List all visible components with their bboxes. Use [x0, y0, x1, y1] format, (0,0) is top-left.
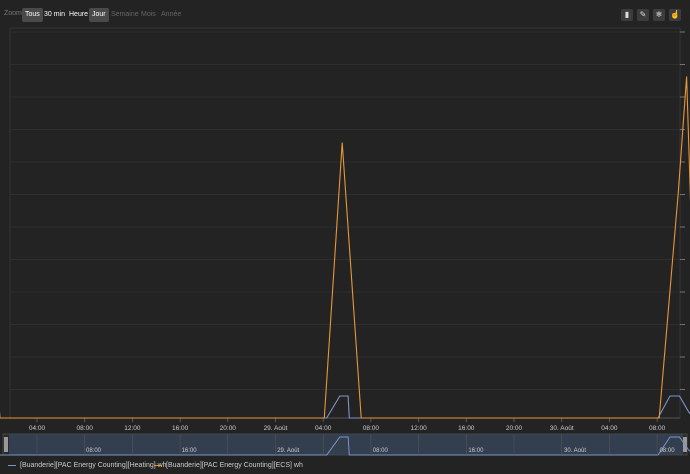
x-tick-label-0: 04:00: [29, 425, 46, 432]
navigator-label-6: 08:00: [660, 448, 676, 454]
navigator-label-1: 16:00: [182, 448, 198, 454]
plot-area: [9, 27, 681, 419]
navigator-label-3: 08:00: [373, 448, 389, 454]
legend-item-heating[interactable]: [Buanderie][PAC Energy Counting][Heating…: [8, 462, 167, 469]
navigator-label-5: 30. Août: [564, 448, 586, 454]
x-tick-label-13: 08:00: [649, 425, 666, 432]
x-tick-label-12: 04:00: [601, 425, 618, 432]
navigator-label-0: 08:00: [86, 448, 102, 454]
legend: [Buanderie][PAC Energy Counting][Heating…: [0, 458, 690, 474]
energy-chart[interactable]: 04:00 08:00 12:00 16:00 20:00 29. Août 04:00 08…: [0, 0, 690, 474]
x-tick-label-1: 08:00: [77, 425, 94, 432]
legend-label-ecs: [Buanderie][PAC Energy Counting][ECS] wh: [166, 462, 303, 469]
x-tick-label-6: 04:00: [315, 425, 332, 432]
series-line-1: [0, 76, 690, 419]
x-tick-label-8: 12:00: [410, 425, 427, 432]
legend-label-heating: [Buanderie][PAC Energy Counting][Heating…: [20, 462, 167, 469]
x-tick-label-5: 29. Août: [264, 425, 288, 432]
legend-swatch-heating: [8, 465, 16, 466]
legend-item-ecs[interactable]: [Buanderie][PAC Energy Counting][ECS] wh: [154, 462, 303, 469]
x-tick-label-9: 16:00: [458, 425, 475, 432]
x-tick-label-2: 12:00: [124, 425, 141, 432]
navigator-handle-left: [4, 437, 8, 452]
x-tick-label-4: 20:00: [220, 425, 237, 432]
x-tick-label-3: 16:00: [172, 425, 189, 432]
navigator-label-2: 29. Août: [277, 448, 299, 454]
x-tick-label-10: 20:00: [506, 425, 523, 432]
x-tick-label-11: 30. Août: [550, 425, 574, 432]
navigator-label-4: 16:00: [468, 448, 484, 454]
x-tick-label-7: 08:00: [363, 425, 380, 432]
legend-swatch-ecs: [154, 465, 162, 466]
series-line-0: [0, 395, 690, 419]
